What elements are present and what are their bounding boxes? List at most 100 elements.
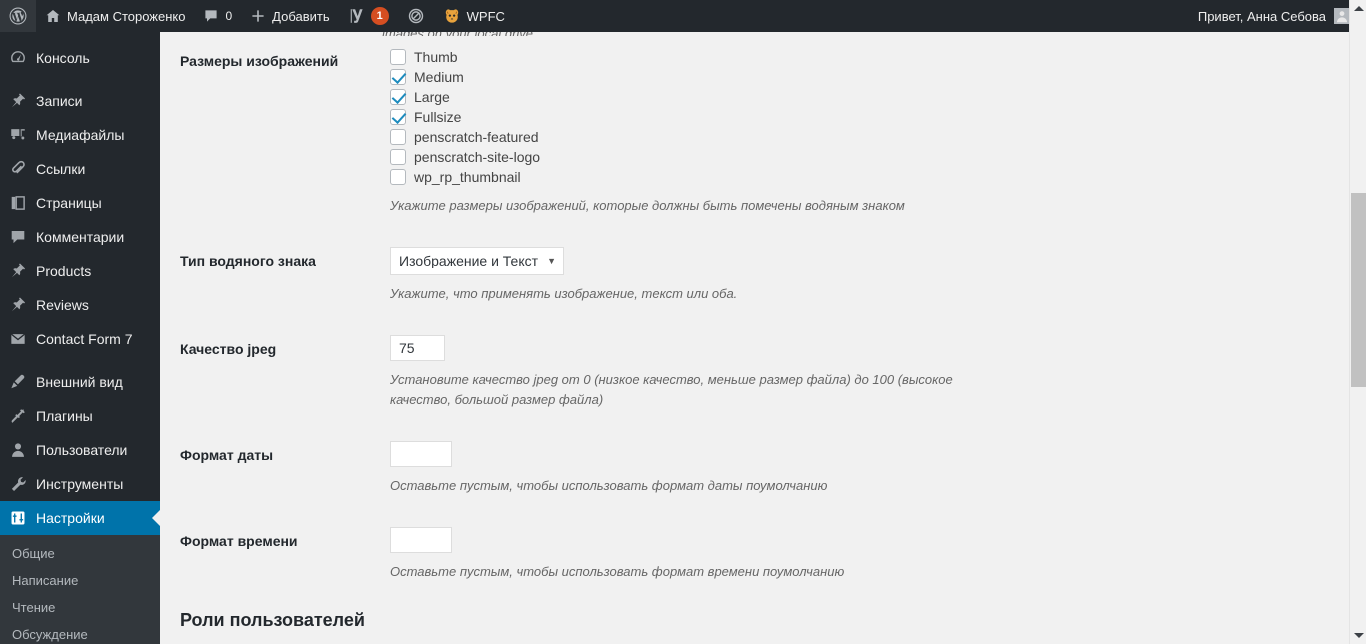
scroll-down-arrow-icon[interactable] xyxy=(1350,627,1366,644)
sidebar-item-contact-form-7[interactable]: Contact Form 7 xyxy=(0,322,160,356)
sidebar-item-label: Комментарии xyxy=(36,229,125,245)
watermark-type-field: Изображение и Текст Укажите, что применя… xyxy=(380,232,1366,320)
dashboard-icon xyxy=(0,49,36,67)
settings-submenu: Общие Написание Чтение Обсуждение xyxy=(0,535,160,644)
wp-logo-menu[interactable] xyxy=(0,0,36,32)
wpfc-menu[interactable]: WPFC xyxy=(434,0,514,32)
time-format-input[interactable] xyxy=(390,526,452,553)
date-format-description: Оставьте пустым, чтобы использовать форм… xyxy=(390,478,828,494)
sidebar-item-media[interactable]: Медиафайлы xyxy=(0,118,160,152)
envelope-icon xyxy=(0,330,36,348)
comment-bubble-icon xyxy=(203,8,219,24)
sidebar-item-dashboard[interactable]: Консоль xyxy=(0,41,160,75)
sidebar-item-appearance[interactable]: Внешний вид xyxy=(0,365,160,399)
page-icon xyxy=(0,194,36,212)
submenu-item-writing[interactable]: Написание xyxy=(0,567,160,594)
scrollbar-thumb[interactable] xyxy=(1351,193,1366,387)
time-format-description: Оставьте пустым, чтобы использовать форм… xyxy=(390,563,845,579)
sidebar-item-plugins[interactable]: Плагины xyxy=(0,399,160,433)
sidebar-item-products[interactable]: Products xyxy=(0,254,160,288)
howdy-label: Привет, Анна Себова xyxy=(1197,8,1326,24)
checkbox-row[interactable]: Large xyxy=(390,87,1356,107)
checkbox-row[interactable]: Thumb xyxy=(390,47,1356,67)
checkbox-label[interactable]: wp_rp_thumbnail xyxy=(414,169,521,185)
date-format-input[interactable] xyxy=(390,441,452,468)
image-sizes-field: Thumb Medium Large Fullsize penscratch-f… xyxy=(380,32,1366,232)
checkbox-medium[interactable] xyxy=(390,69,406,85)
sidebar-item-reviews[interactable]: Reviews xyxy=(0,288,160,322)
menu-separator xyxy=(0,356,160,365)
checkbox-fullsize[interactable] xyxy=(390,109,406,125)
watermark-type-description: Укажите, что применять изображение, текс… xyxy=(390,285,738,301)
checkbox-thumb[interactable] xyxy=(390,49,406,65)
form-row-date-format: Формат даты Оставьте пустым, чтобы испол… xyxy=(160,426,1366,512)
watermark-settings-form: Размеры изображений Thumb Medium Large F… xyxy=(160,32,1366,598)
checkbox-row[interactable]: penscratch-featured xyxy=(390,127,1356,147)
sidebar-item-label: Products xyxy=(36,263,92,279)
sidebar-item-links[interactable]: Ссылки xyxy=(0,152,160,186)
appearance-brush-icon xyxy=(0,373,36,391)
sidebar-item-label: Ссылки xyxy=(36,161,86,177)
media-icon xyxy=(0,126,36,144)
scroll-up-arrow-icon[interactable] xyxy=(1350,0,1366,17)
yoast-seo-menu[interactable]: 1 xyxy=(339,0,398,32)
checkbox-label[interactable]: Large xyxy=(414,89,450,105)
sidebar-item-label: Консоль xyxy=(36,50,90,66)
watermark-type-select[interactable]: Изображение и Текст xyxy=(390,246,564,275)
jpeg-quality-description: Установите качество jpeg от 0 (низкое ка… xyxy=(390,371,953,408)
checkbox-penscratch-featured[interactable] xyxy=(390,129,406,145)
my-account-menu[interactable]: Привет, Анна Себова xyxy=(1189,0,1366,32)
site-name-menu[interactable]: Мадам Стороженко xyxy=(36,0,194,32)
submenu-item-reading[interactable]: Чтение xyxy=(0,594,160,621)
sidebar-item-label: Настройки xyxy=(36,510,105,526)
new-content-label: Добавить xyxy=(272,8,330,24)
checkbox-row[interactable]: Medium xyxy=(390,67,1356,87)
checkbox-label[interactable]: penscratch-featured xyxy=(414,129,539,145)
comments-menu[interactable]: 0 xyxy=(194,0,241,32)
sidebar-item-posts[interactable]: Записи xyxy=(0,84,160,118)
form-row-time-format: Формат времени Оставьте пустым, чтобы ис… xyxy=(160,512,1366,598)
no-circle-menu[interactable] xyxy=(398,0,434,32)
image-sizes-label: Размеры изображений xyxy=(180,53,339,69)
time-format-field: Оставьте пустым, чтобы использовать форм… xyxy=(380,512,1366,598)
yoast-notification-badge: 1 xyxy=(370,7,389,25)
home-icon xyxy=(45,8,61,24)
submenu-item-general[interactable]: Общие xyxy=(0,540,160,567)
sidebar-item-label: Страницы xyxy=(36,195,102,211)
sidebar-item-label: Внешний вид xyxy=(36,374,123,390)
jpeg-quality-input[interactable] xyxy=(390,334,445,361)
checkbox-penscratch-site-logo[interactable] xyxy=(390,149,406,165)
checkbox-label[interactable]: penscratch-site-logo xyxy=(414,149,540,165)
form-row-watermark-type: Тип водяного знака Изображение и Текст У… xyxy=(160,232,1366,320)
new-content-menu[interactable]: Добавить xyxy=(241,0,338,32)
sidebar-item-pages[interactable]: Страницы xyxy=(0,186,160,220)
sidebar-item-label: Reviews xyxy=(36,297,89,313)
sidebar-item-users[interactable]: Пользователи xyxy=(0,433,160,467)
pin-icon xyxy=(0,296,36,314)
wrench-icon xyxy=(0,475,36,493)
checkbox-large[interactable] xyxy=(390,89,406,105)
sidebar-item-label: Пользователи xyxy=(36,442,128,458)
checkbox-row[interactable]: Fullsize xyxy=(390,107,1356,127)
admin-bar: Мадам Стороженко 0 Добавить 1 WPFC Приве… xyxy=(0,0,1366,32)
link-icon xyxy=(0,160,36,178)
no-circle-icon xyxy=(407,7,425,25)
submenu-item-discussion[interactable]: Обсуждение xyxy=(0,621,160,644)
form-row-jpeg-quality: Качество jpeg Установите качество jpeg о… xyxy=(160,320,1366,427)
checkbox-label[interactable]: Fullsize xyxy=(414,109,461,125)
jpeg-quality-field: Установите качество jpeg от 0 (низкое ка… xyxy=(380,320,1366,427)
sidebar-item-settings[interactable]: Настройки xyxy=(0,501,160,535)
scroll-down-arrow-glyph xyxy=(1353,633,1364,638)
settings-page-content: images on your local drive. Размеры изоб… xyxy=(160,32,1366,644)
checkbox-row[interactable]: wp_rp_thumbnail xyxy=(390,167,1356,187)
plus-icon xyxy=(250,8,266,24)
checkbox-label[interactable]: Medium xyxy=(414,69,464,85)
wordpress-logo-icon xyxy=(9,7,27,25)
checkbox-label[interactable]: Thumb xyxy=(414,49,458,65)
page-scrollbar[interactable] xyxy=(1349,0,1366,644)
checkbox-wp-rp-thumbnail[interactable] xyxy=(390,169,406,185)
checkbox-row[interactable]: penscratch-site-logo xyxy=(390,147,1356,167)
sidebar-item-comments[interactable]: Комментарии xyxy=(0,220,160,254)
jpeg-quality-label: Качество jpeg xyxy=(180,340,277,357)
sidebar-item-tools[interactable]: Инструменты xyxy=(0,467,160,501)
